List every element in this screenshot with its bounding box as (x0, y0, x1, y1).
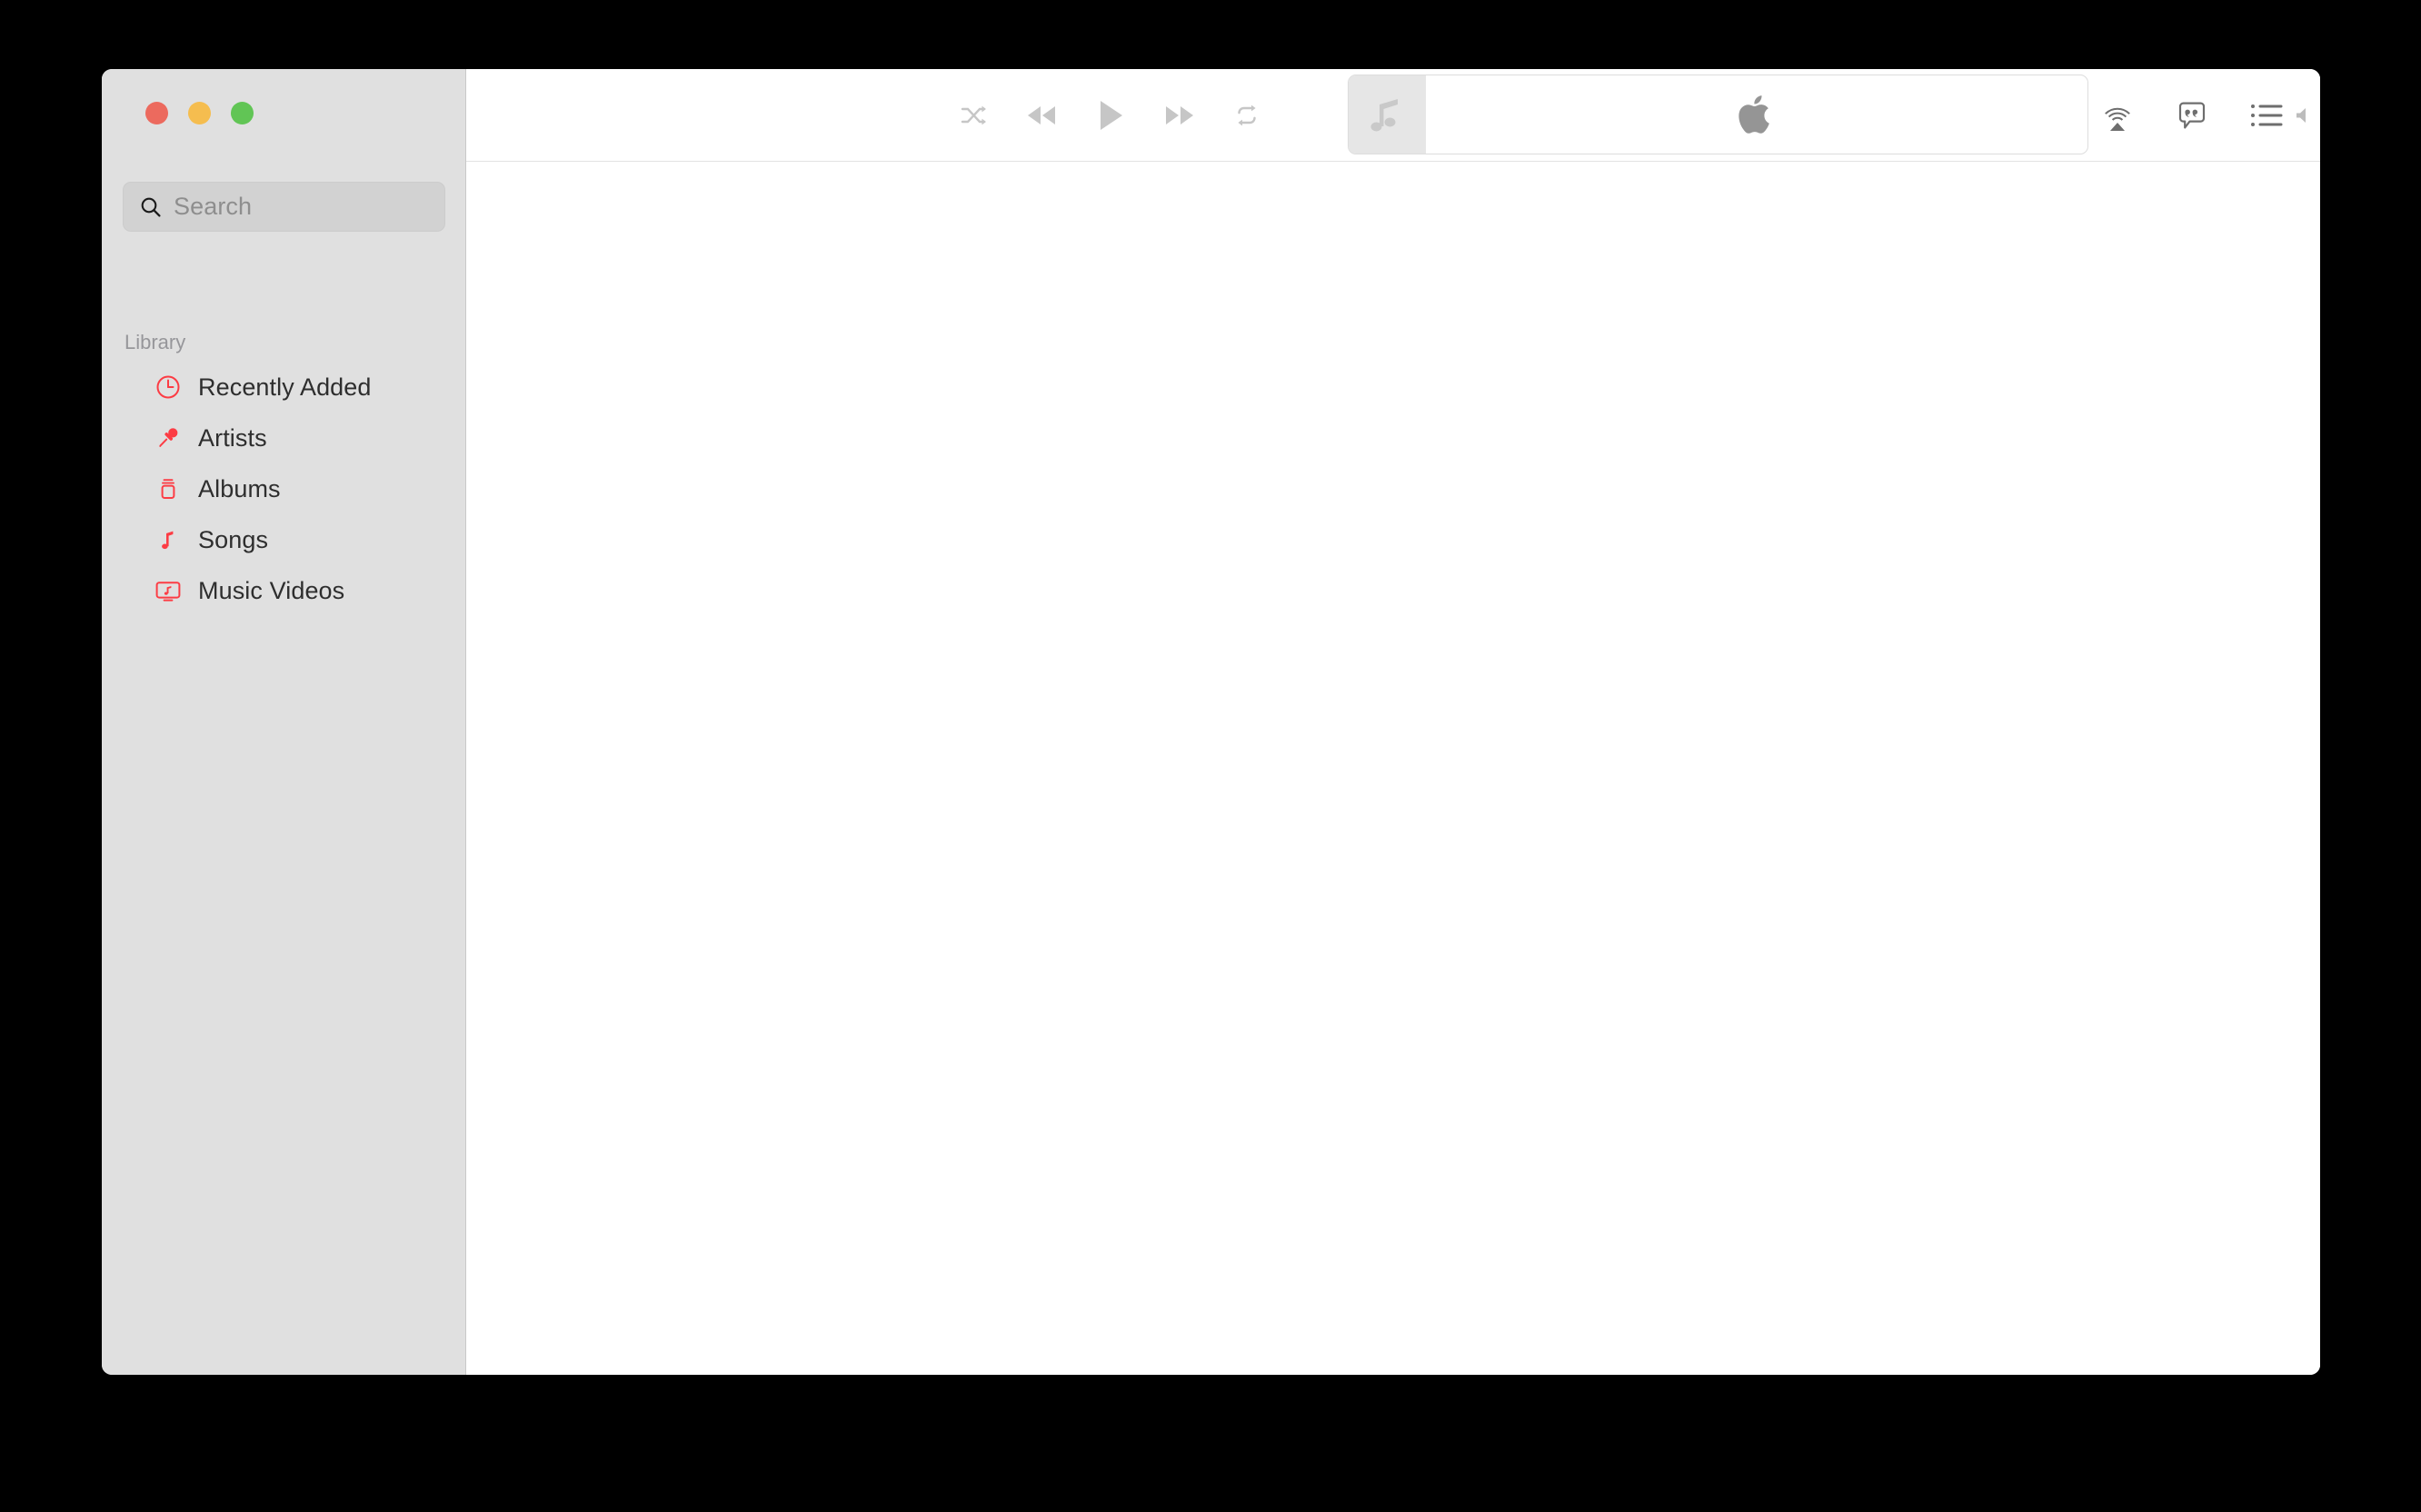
repeat-icon (1238, 104, 1256, 126)
repeat-button[interactable] (1230, 99, 1263, 132)
minimize-button[interactable] (188, 102, 211, 124)
fast-forward-icon (1166, 106, 1193, 124)
airplay-icon (2105, 107, 2130, 131)
sidebar-item-music-videos[interactable]: Music Videos (102, 565, 465, 616)
volume-control (2294, 69, 2320, 162)
transport-controls (958, 69, 1263, 162)
airplay-button[interactable] (2100, 98, 2135, 133)
toolbar-right-buttons (2100, 69, 2284, 162)
now-playing-panel[interactable] (1348, 75, 2088, 154)
now-playing-body (1426, 75, 2087, 154)
lyrics-quote-icon (2178, 102, 2206, 129)
queue-list-icon (2251, 104, 2283, 126)
sidebar-section-library: Library (125, 331, 186, 353)
next-button[interactable] (1160, 99, 1200, 132)
sidebar-item-label: Recently Added (198, 373, 372, 401)
search-field[interactable]: Search (123, 182, 445, 232)
sidebar-item-albums[interactable]: Albums (102, 463, 465, 514)
clock-icon (153, 372, 184, 403)
speaker-low-icon[interactable] (2294, 104, 2317, 127)
apple-logo-icon (1739, 95, 1769, 134)
search-input-placeholder: Search (174, 193, 253, 220)
now-playing-artwork (1349, 75, 1426, 154)
sidebar: Search Library Recently Added Artists Al… (102, 69, 466, 1375)
content-area (466, 162, 2320, 1375)
zoom-button[interactable] (231, 102, 254, 124)
music-note-icon (153, 524, 184, 555)
microphone-icon (153, 423, 184, 453)
rewind-icon (1028, 106, 1055, 124)
sidebar-item-recently-added[interactable]: Recently Added (102, 362, 465, 413)
main-area (466, 69, 2320, 1375)
sidebar-item-label: Songs (198, 525, 269, 553)
play-button[interactable] (1092, 95, 1129, 135)
sidebar-nav-list: Recently Added Artists Albums Songs Musi… (102, 362, 465, 616)
close-button[interactable] (145, 102, 168, 124)
music-app-window: Search Library Recently Added Artists Al… (102, 69, 2320, 1375)
playing-next-button[interactable] (2249, 101, 2284, 130)
play-icon (1101, 101, 1122, 130)
shuffle-icon (961, 105, 986, 125)
sidebar-item-label: Artists (198, 423, 267, 452)
sidebar-item-label: Albums (198, 474, 281, 502)
shuffle-button[interactable] (958, 99, 991, 132)
previous-button[interactable] (1021, 99, 1061, 132)
sidebar-item-label: Music Videos (198, 576, 345, 604)
albums-stack-icon (153, 473, 184, 504)
music-video-icon (153, 575, 184, 606)
lyrics-button[interactable] (2175, 99, 2209, 132)
window-traffic-lights (145, 102, 254, 124)
search-icon (141, 197, 161, 217)
music-note-placeholder-icon (1370, 99, 1398, 132)
sidebar-item-artists[interactable]: Artists (102, 413, 465, 463)
sidebar-item-songs[interactable]: Songs (102, 514, 465, 565)
toolbar (466, 69, 2320, 162)
